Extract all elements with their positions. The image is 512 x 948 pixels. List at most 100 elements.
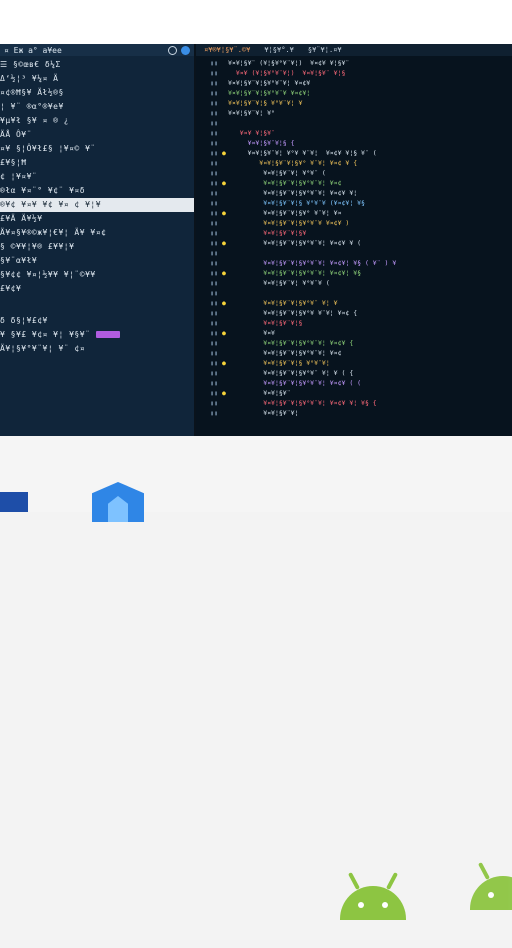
code-text: ¥¤¥¦§¥¨¥¦ ¥°¥ ¥¨¥¦ ¥¤¢¥ ¥¦§ ¥¨ ( <box>228 149 377 157</box>
tree-item[interactable]: ®łα ¥¤¨° ¥¢¨ ¥¤δ <box>0 184 194 198</box>
line-gutter: ▮▮ <box>210 209 218 217</box>
tree-item[interactable]: Ä¥¦§¥°¥¨¥¦ ¥¨ ¢¤ <box>0 342 194 356</box>
code-line: ▮▮ ¥¤¥¦§¥¨¥¦§¥°¥¨¥ ¥¤¢¥ ) <box>196 218 512 228</box>
tree-item[interactable]: £¥Ä Ä¥½¥ <box>0 212 194 226</box>
line-gutter: ▮▮ <box>210 299 218 307</box>
ide-window: ¤ Eж a° a¥ee ☰ §©œв€ δ¼Σ Δ‘½¦³ ¥¼¤ Ä ¤¢®Ħ… <box>0 44 512 436</box>
file-explorer: ¤ Eж a° a¥ee ☰ §©œв€ δ¼Σ Δ‘½¦³ ¥¼¤ Ä ¤¢®Ħ… <box>0 44 196 436</box>
antenna-right <box>386 872 398 890</box>
code-line: ▮▮ ¥¤¥¦§¥¨¥¦§¥°¥¨¥¦ ¥¤¢¥ ¥¦ <box>196 188 512 198</box>
line-gutter: ▮▮ <box>210 389 218 397</box>
line-gutter: ▮▮ <box>210 109 218 117</box>
code-line: ▮▮ ¥¤¥¦§¥¨¥¦§¥°¥¨¥¦ ¥¤¢¥¦ ¥§ ( ¥¨ ) ¥ <box>196 258 512 268</box>
code-line: ▮▮ ¥¤¥¦§¥¨¥¦§ ¥°¥¨¥¦ ¥ <box>196 98 512 108</box>
code-line: ▮▮ ● ¥¤¥¦§¥¨¥¦§¥°¥¨¥¦ ¥¤¢¥¦ ¥§ <box>196 268 512 278</box>
code-line: ▮▮ <box>196 248 512 258</box>
gutter-marker <box>222 118 228 128</box>
explorer-header: ¤ Eж a° a¥ee <box>0 44 194 56</box>
code-text: ¥¤¥¦§¥¨¥¦§¥°¥¨¥ ¥¤¢¥¦ <box>228 89 311 97</box>
code-text: ¥¤¥¦§¥¨¥¦§¥°¥¨¥¦ ¥¤¢¥ ( ( <box>228 379 362 387</box>
windows-tile-icon[interactable] <box>0 492 28 512</box>
tree-item[interactable]: £¥§¦Ħ <box>0 156 194 170</box>
code-line: ▮▮ ¥¤¥¦§¥¨¥¦§¥°¥¨ ¥¦ ¥ ( { <box>196 368 512 378</box>
refresh-icon[interactable] <box>168 45 177 55</box>
hexagon-app-icon[interactable] <box>92 482 144 522</box>
code-line: ▮▮ ¥¤¥¦§¥¨¥¦§¥°¥¨¥¦ ¥¤¢¥ ¥¦ ¥§ { <box>196 398 512 408</box>
tree-item[interactable]: §¥¢¢ ¥¤¦½¥¥ ¥¦¨©¥¥ <box>0 268 194 282</box>
line-gutter: ▮▮ <box>210 349 218 357</box>
explorer-title: ¤ Eж a° a¥ee <box>4 45 62 55</box>
code-line: ▮▮ ● ¥¤¥¦§¥¨¥¦ ¥°¥ ¥¨¥¦ ¥¤¢¥ ¥¦§ ¥¨ ( <box>196 148 512 158</box>
code-line: ▮▮ ¥¤¥¦§¥¨¥¦ <box>196 408 512 418</box>
code-line: ▮▮ ¥¤¥¦§¥¨¥¦§¥°¥¨¥ ¥¤¢¥¦ <box>196 88 512 98</box>
editor-tab[interactable]: ¤¥®¥¦§¥¨.©¥ <box>204 46 250 54</box>
tree-item[interactable]: ¥ §¥£ ¥¢¤ ¥¦ ¥§¥¨ <box>0 328 194 342</box>
highlight-badge <box>96 331 121 338</box>
line-gutter: ▮▮ <box>210 289 218 297</box>
code-line: ▮▮ ● ¥¤¥¦§¥¨¥¦§¥° ¥¨¥¦ ¥¤ <box>196 208 512 218</box>
line-gutter: ▮▮ <box>210 59 218 67</box>
code-line: ▮▮ ¥¤¥¦§¥¨¥¦§¥°¥¨¥¦ ¥¤¢¥ <box>196 78 512 88</box>
gutter-marker <box>222 248 228 258</box>
tree-item[interactable]: ☰ §©œв€ δ¼Σ <box>0 58 194 72</box>
code-editor[interactable]: ¤¥®¥¦§¥¨.©¥ ¥¦§¥°.¥ §¥¨¥¦.¤¥ ▮▮ ¥¤¥¦§¥¨ (¥… <box>196 44 512 436</box>
code-text: ¥¤¥ ¥¦§¥¨ <box>228 129 275 137</box>
code-text: ¥¤¥¦§¥¨¥¦§¥°¥¨¥ ¥¤¢¥ ) <box>228 219 350 227</box>
tree-item-selected[interactable]: ®¥¢ ¥¤¥ ¥¢ ¥¤ ¢ ¥¦¥ <box>0 198 194 212</box>
code-line: ▮▮ ● ¥¤¥ <box>196 328 512 338</box>
line-gutter: ▮▮ <box>210 219 218 227</box>
line-gutter: ▮▮ <box>210 149 218 157</box>
tree-item[interactable]: ÄÅ Ô¥¨ <box>0 128 194 142</box>
code-text: ¥¤¥¦§¥¨ (¥¦§¥°¥¨¥¦) ¥¤¢¥ ¥¦§¥¨ <box>228 59 350 67</box>
android-icon-partial[interactable] <box>470 862 512 948</box>
line-gutter: ▮▮ <box>210 99 218 107</box>
line-gutter: ▮▮ <box>210 69 218 77</box>
code-line: ▮▮ <box>196 118 512 128</box>
android-eye-right <box>382 902 388 908</box>
code-line: ▮▮ ¥¤¥¦§¥¨ (¥¦§¥°¥¨¥¦) ¥¤¢¥ ¥¦§¥¨ <box>196 58 512 68</box>
line-gutter: ▮▮ <box>210 189 218 197</box>
line-gutter: ▮▮ <box>210 369 218 377</box>
tree-item[interactable]: ¤¢®Ħ§¥ Äł½®§ <box>0 86 194 100</box>
code-text: ¥¤¥¦§¥¨¥¦ ¥°¥¨¥ ( <box>228 279 330 287</box>
code-text: ¥¤¥¦§¥¨¥¦§ { <box>228 139 295 147</box>
code-text: ¥¤¥¦§¥¨¥¦§¥°¥¨ ¥¦ ¥ ( { <box>228 369 354 377</box>
file-tree: ☰ §©œв€ δ¼Σ Δ‘½¦³ ¥¼¤ Ä ¤¢®Ħ§¥ Äł½®§ ¦ ¥¨… <box>0 58 194 356</box>
line-gutter: ▮▮ <box>210 249 218 257</box>
code-line: ▮▮ ¥¤¥¦§¥¨¥¦§¥°¥¨¥¦ ¥¤¢¥ ( ( <box>196 378 512 388</box>
android-icon[interactable] <box>340 872 406 948</box>
code-text: ¥¤¥¦§¥¨¥¦ <box>228 409 299 417</box>
tree-item[interactable]: £¥¢¥ <box>0 282 194 296</box>
code-text: ¥¤¥ (¥¦§¥°¥¨¥¦) ¥¤¥¦§¥¨ ¥¦§ <box>228 69 346 77</box>
tree-item[interactable]: §¥¨α¥ł¥ <box>0 254 194 268</box>
code-text: ¥¤¥¦§¥¨¥¦ ¥° <box>228 109 275 117</box>
tree-item[interactable]: § ©¥¥¦¥® £¥¥¦¥ <box>0 240 194 254</box>
line-gutter: ▮▮ <box>210 79 218 87</box>
code-line: ▮▮ ¥¤¥¦§¥¨¥¦ ¥°¥¨¥ ( <box>196 278 512 288</box>
code-text: ¥¤¥¦§¥¨¥¦§ ¥°¥¨¥ (¥¤¢¥¦ ¥§ <box>228 199 365 207</box>
tree-item[interactable]: Ä¥¤§¥®©ж¥¦€¥¦ Ä¥ ¥¤¢ <box>0 226 194 240</box>
editor-tab[interactable]: §¥¨¥¦.¤¥ <box>308 46 342 54</box>
code-line: ▮▮ ¥¤¥¦§¥¨¥¦§ { <box>196 138 512 148</box>
code-text: ¥¤¥¦§¥¨¥¦§¥° ¥¨¥¦ ¥¤ <box>228 209 342 217</box>
line-gutter: ▮▮ <box>210 89 218 97</box>
antenna-left <box>348 872 360 890</box>
code-line: ▮▮ ¥¤¥¦§¥¨¥¦§¥°¥ ¥¨¥¦ ¥¤¢ { <box>196 308 512 318</box>
tree-item[interactable]: ¤¥ §¦Ô¥ł£§ ¦¥¤© ¥¨ <box>0 142 194 156</box>
line-gutter: ▮▮ <box>210 199 218 207</box>
code-area[interactable]: ▮▮ ¥¤¥¦§¥¨ (¥¦§¥°¥¨¥¦) ¥¤¢¥ ¥¦§¥¨ ▮▮ ¥¤¥ … <box>196 58 512 418</box>
tree-item[interactable]: Δ‘½¦³ ¥¼¤ Ä <box>0 72 194 86</box>
editor-tab[interactable]: ¥¦§¥°.¥ <box>264 46 294 54</box>
taskbar-dock <box>0 436 512 920</box>
tree-item[interactable]: δ δ§¦¥£¢¥ <box>0 314 194 328</box>
code-text: ¥¤¥¦§¥¨¥¦§¥°¥¨¥¦ ¥¤¢ <box>228 179 342 187</box>
code-line: ▮▮ ¥¤¥¦§¥¨¥¦§ <box>196 318 512 328</box>
code-text: ¥¤¥¦§¥¨¥¦§¥°¥¨ ¥¦ ¥ <box>228 299 338 307</box>
tree-item[interactable]: ¥µ¥ł §¥ ¤ ® ¿ <box>0 114 194 128</box>
globe-icon[interactable] <box>181 45 190 55</box>
code-line: ▮▮ ¥¤¥¦§¥¨¥¦§¥°¥¨¥¦ ¥¤¢ <box>196 348 512 358</box>
line-gutter: ▮▮ <box>210 279 218 287</box>
tree-item[interactable]: ¢ ¦¥¤¥¨ <box>0 170 194 184</box>
code-line: ▮▮ <box>196 288 512 298</box>
tree-item[interactable]: ¦ ¥¨ ®α°®¥е¥ <box>0 100 194 114</box>
